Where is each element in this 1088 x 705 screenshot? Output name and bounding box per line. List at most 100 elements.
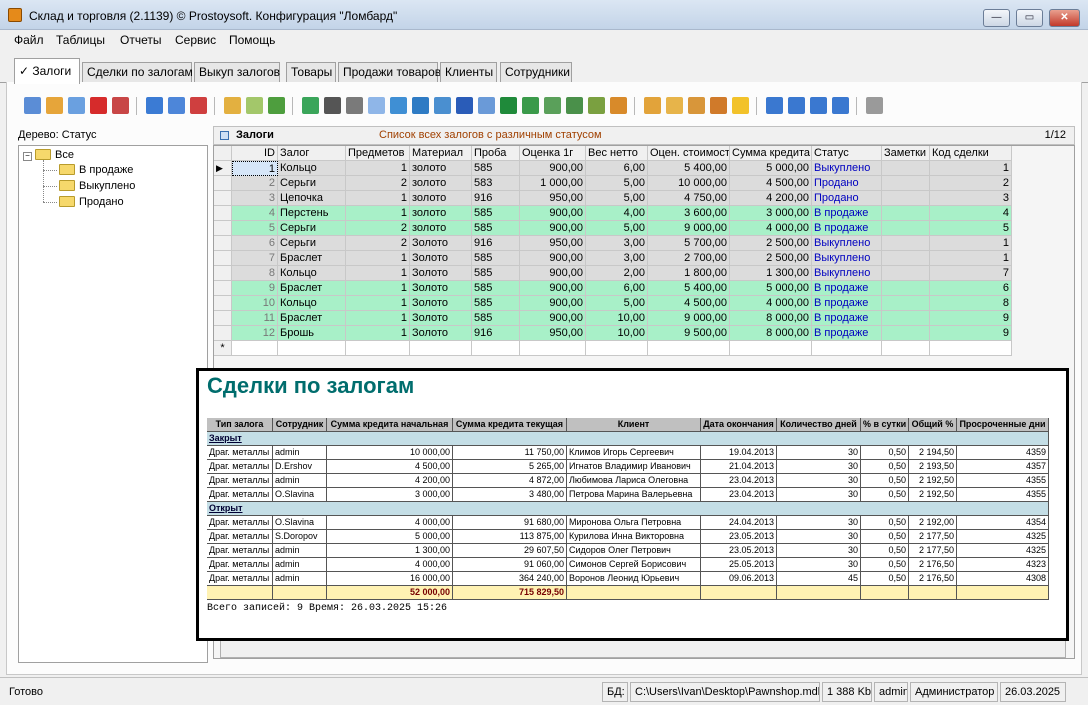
collapse-icon[interactable]: − — [23, 152, 32, 161]
grid-cell[interactable] — [882, 281, 930, 296]
row-indicator[interactable] — [214, 221, 232, 236]
grid-cell[interactable]: 1 800,00 — [648, 266, 730, 281]
delete-table-icon[interactable] — [112, 97, 129, 114]
tree-item-all[interactable]: − Все — [23, 149, 74, 161]
grid-cell[interactable] — [882, 191, 930, 206]
new-row-cell[interactable] — [586, 341, 648, 356]
grid-cell[interactable]: 2 — [930, 176, 1012, 191]
grid-cell[interactable]: 4 500,00 — [730, 176, 812, 191]
grid-cell[interactable]: 3,00 — [586, 236, 648, 251]
report-2-icon[interactable] — [412, 97, 429, 114]
grid-cell[interactable]: В продаже — [812, 296, 882, 311]
grid-scroll-area[interactable] — [220, 640, 1066, 658]
grid-cell[interactable]: 9 500,00 — [648, 326, 730, 341]
sort-icon[interactable] — [644, 97, 661, 114]
grid-cell[interactable]: 585 — [472, 161, 520, 176]
tree-item-redeemed[interactable]: Выкуплено — [59, 180, 135, 192]
grid-cell[interactable]: Золото — [410, 281, 472, 296]
grid-cell[interactable]: 916 — [472, 236, 520, 251]
grid-cell[interactable] — [882, 206, 930, 221]
menu-tables[interactable]: Таблицы — [56, 33, 105, 47]
preview-icon[interactable] — [368, 97, 385, 114]
grid-cell[interactable]: Браслет — [278, 311, 346, 326]
grid-cell[interactable] — [882, 296, 930, 311]
grid-cell[interactable]: 1 — [346, 161, 410, 176]
grid-cell[interactable]: 900,00 — [520, 266, 586, 281]
grid-cell[interactable]: 900,00 — [520, 161, 586, 176]
grid-cell[interactable]: 10,00 — [586, 326, 648, 341]
grid-cell[interactable]: 4,00 — [586, 206, 648, 221]
grid-cell[interactable]: 5,00 — [586, 221, 648, 236]
tab-pledge-deals[interactable]: Сделки по залогам — [82, 62, 193, 83]
delete-icon[interactable] — [90, 97, 107, 114]
grid-cell[interactable]: 900,00 — [520, 296, 586, 311]
grid-cell[interactable]: Цепочка — [278, 191, 346, 206]
tree-item-on-sale[interactable]: В продаже — [59, 164, 133, 176]
grid-cell[interactable]: 2 500,00 — [730, 236, 812, 251]
refresh-icon[interactable] — [302, 97, 319, 114]
grid-cell[interactable]: 6 — [232, 236, 278, 251]
grid-cell[interactable]: Золото — [410, 266, 472, 281]
grid-cell[interactable]: 3 000,00 — [730, 206, 812, 221]
grid-cell[interactable]: 7 — [232, 251, 278, 266]
row-indicator[interactable] — [214, 281, 232, 296]
grid-cell[interactable]: Серьги — [278, 236, 346, 251]
new-row-cell[interactable] — [410, 341, 472, 356]
grid-cell[interactable]: 1 — [232, 161, 278, 176]
grid-cell[interactable]: 950,00 — [520, 326, 586, 341]
grid-cell[interactable]: В продаже — [812, 206, 882, 221]
grid-cell[interactable]: 2 500,00 — [730, 251, 812, 266]
next-record-icon[interactable] — [810, 97, 827, 114]
grid-cell[interactable]: 4 500,00 — [648, 296, 730, 311]
tab-pledge-redemption[interactable]: Выкуп залогов — [194, 62, 280, 83]
grid-cell[interactable]: 585 — [472, 281, 520, 296]
grid-cell[interactable]: Браслет — [278, 281, 346, 296]
grid-cell[interactable]: золото — [410, 161, 472, 176]
grid-cell[interactable]: 4 750,00 — [648, 191, 730, 206]
export-excel-icon[interactable] — [522, 97, 539, 114]
row-indicator[interactable] — [214, 296, 232, 311]
grid-cell[interactable]: В продаже — [812, 221, 882, 236]
grid-cell[interactable]: Кольцо — [278, 266, 346, 281]
new-row-cell[interactable] — [882, 341, 930, 356]
lightning-icon[interactable] — [732, 97, 749, 114]
new-row-cell[interactable] — [930, 341, 1012, 356]
grid-cell[interactable]: 5,00 — [586, 296, 648, 311]
grid-cell[interactable]: Выкуплено — [812, 161, 882, 176]
grid-cell[interactable]: 585 — [472, 311, 520, 326]
grid-cell[interactable] — [882, 326, 930, 341]
grid-cell[interactable] — [882, 236, 930, 251]
grid-cell[interactable]: 2 700,00 — [648, 251, 730, 266]
excel-icon[interactable] — [500, 97, 517, 114]
tab-clients[interactable]: Клиенты — [440, 62, 497, 83]
column-header[interactable]: Вес нетто — [586, 146, 648, 161]
grid-cell[interactable]: 6,00 — [586, 161, 648, 176]
new-row-cell[interactable] — [232, 341, 278, 356]
grid-cell[interactable]: 5 — [232, 221, 278, 236]
report-icon[interactable] — [390, 97, 407, 114]
grid-cell[interactable]: Продано — [812, 191, 882, 206]
csv-icon[interactable] — [544, 97, 561, 114]
grid-cell[interactable]: 1 — [346, 266, 410, 281]
grid-cell[interactable]: золото — [410, 191, 472, 206]
grid-cell[interactable] — [882, 251, 930, 266]
grid-cell[interactable]: 1 — [346, 296, 410, 311]
row-indicator[interactable] — [214, 311, 232, 326]
grid-cell[interactable]: 5 400,00 — [648, 281, 730, 296]
grid-cell[interactable]: золото — [410, 206, 472, 221]
grid-cell[interactable]: 1 — [346, 281, 410, 296]
grid-cell[interactable]: 5 000,00 — [730, 281, 812, 296]
grid-cell[interactable]: 1 300,00 — [730, 266, 812, 281]
grid-cell[interactable]: 950,00 — [520, 191, 586, 206]
filter-clear-icon[interactable] — [190, 97, 207, 114]
report-3-icon[interactable] — [434, 97, 451, 114]
column-header[interactable]: Оценка 1г — [520, 146, 586, 161]
menu-reports[interactable]: Отчеты — [120, 33, 161, 47]
grid-cell[interactable]: 916 — [472, 326, 520, 341]
grid-cell[interactable]: 2 — [346, 176, 410, 191]
maximize-button[interactable]: ▭ — [1016, 9, 1043, 27]
grid-cell[interactable]: Продано — [812, 176, 882, 191]
settings-icon[interactable] — [710, 97, 727, 114]
grid-cell[interactable]: В продаже — [812, 311, 882, 326]
grid-cell[interactable]: 5 — [930, 221, 1012, 236]
